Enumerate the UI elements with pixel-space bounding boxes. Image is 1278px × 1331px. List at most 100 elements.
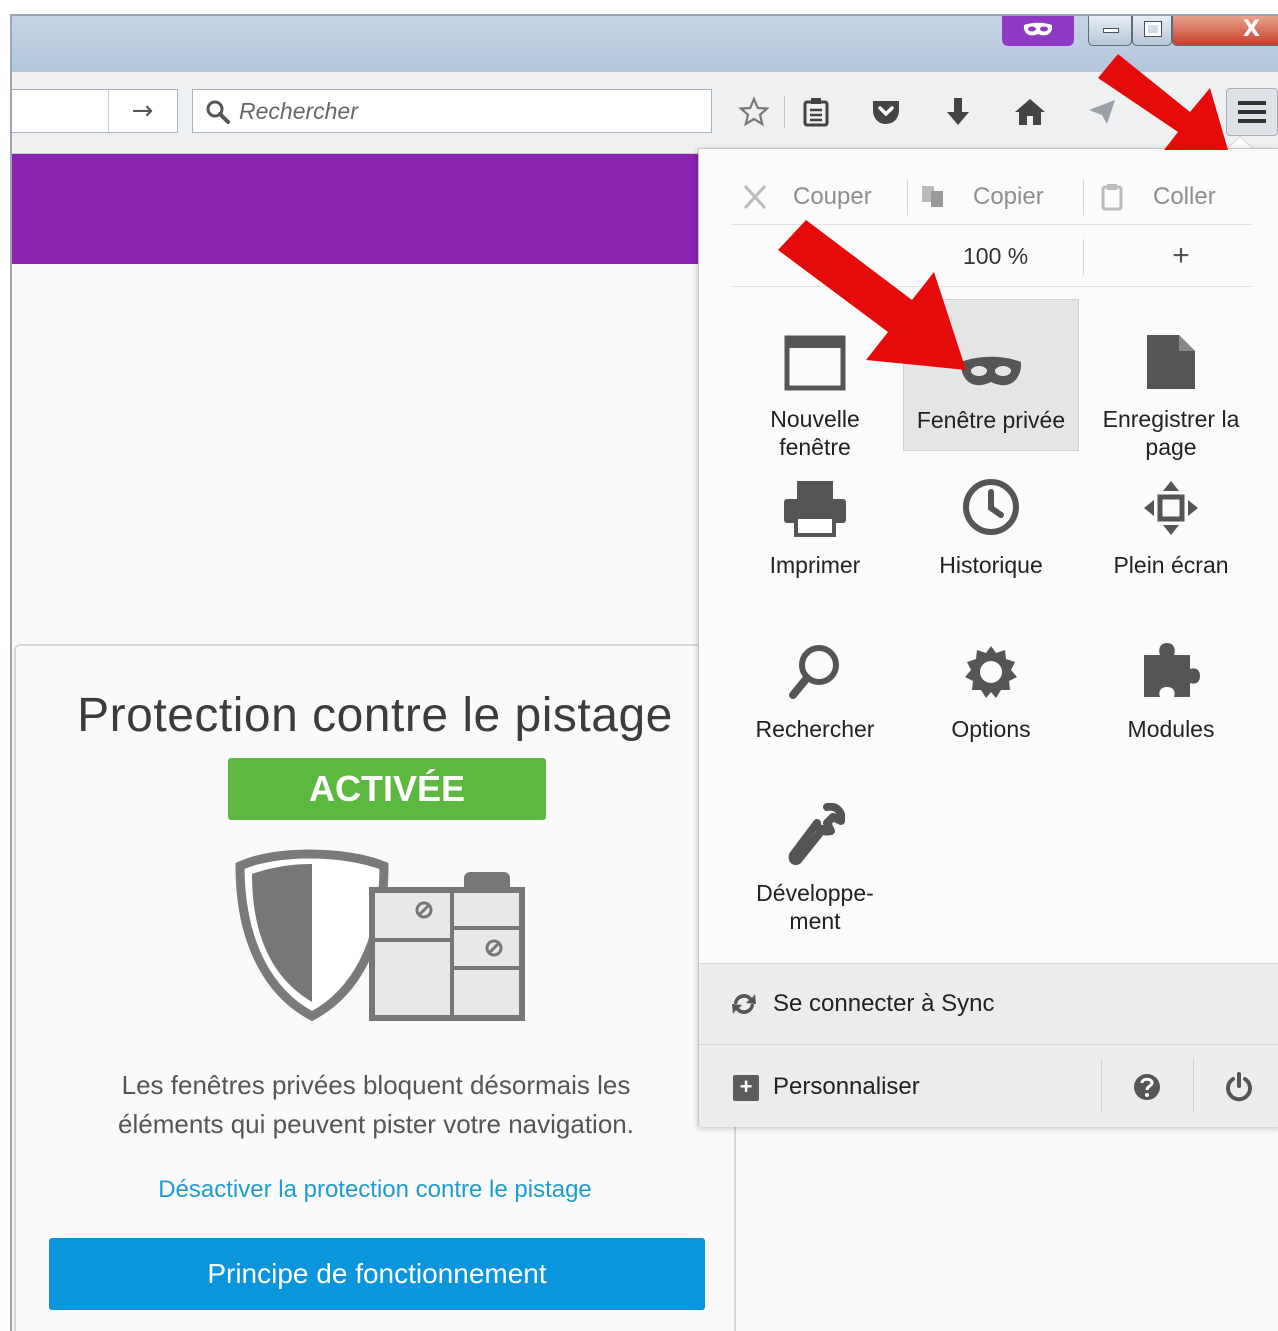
star-icon [738,96,770,127]
tracking-title: Protection contre le pistage [77,689,673,742]
edit-separator [1083,179,1084,215]
private-window-label: Fenêtre privée [916,407,1066,433]
new-window-button[interactable]: Nouvelle fenêtre [727,299,903,460]
bookmark-star-button[interactable] [732,90,776,134]
tracking-status-badge: ACTIVÉE [228,758,546,820]
disable-tracking-link[interactable]: Désactiver la protection contre le pista… [16,1176,734,1204]
wrench-icon [788,803,845,865]
fullscreen-icon [1144,481,1198,535]
help-icon [1134,1074,1160,1100]
footer-separator [1193,1059,1194,1113]
tracking-description-line-2: éléments qui peuvent pister votre naviga… [118,1109,634,1139]
history-label: Historique [939,552,1043,578]
edit-controls: Couper Copier Coller [731,169,1251,225]
pocket-button[interactable] [864,90,908,134]
save-page-icon [1147,335,1195,389]
reading-list-icon [803,98,829,127]
save-page-label-2: page [1145,434,1197,460]
puzzle-icon [1144,643,1200,697]
new-window-label-2: fenêtre [779,434,851,460]
zoom-controls: 100 % + [731,227,1251,287]
tracking-description-line-1: Les fenêtres privées bloquent désormais … [121,1070,631,1100]
url-bar[interactable]: → [12,89,178,133]
search-input[interactable] [239,96,689,126]
scissors-icon [743,184,767,210]
save-page-button[interactable]: Enregistrer la page [1083,299,1259,460]
options-gear-icon [965,646,1017,698]
help-button[interactable] [1127,1067,1167,1107]
sync-icon [732,994,756,1014]
sync-signin-button[interactable]: Se connecter à Sync [699,963,1278,1045]
new-window-label-1: Nouvelle [770,406,860,432]
open-menu-button[interactable] [1226,88,1278,136]
print-button[interactable]: Imprimer [727,463,903,603]
reading-list-button[interactable] [794,90,838,134]
mask-icon [1023,22,1053,36]
print-icon [784,481,846,537]
search-bar[interactable] [192,89,712,133]
download-icon [947,98,969,125]
go-button[interactable]: → [108,90,176,132]
home-icon [1015,99,1045,125]
minimize-icon [1103,28,1119,33]
find-button[interactable]: Rechercher [727,627,903,767]
developer-label-2: ment [789,908,841,934]
title-bar: X [12,16,1278,72]
fullscreen-label: Plein écran [1113,552,1229,578]
shield-illustration [235,849,525,1022]
zoom-separator [1083,239,1084,275]
paste-button[interactable]: Coller [1097,169,1216,225]
app-menu-panel: Couper Copier Coller 100 % + Nouvelle fen… [698,148,1278,1127]
paste-icon [1101,184,1123,211]
maximize-icon [1144,21,1162,37]
new-window-icon [784,335,846,391]
tracking-protection-card: Protection contre le pistage ACTIVÉE Les… [14,644,736,1331]
how-it-works-button[interactable]: Principe de fonctionnement [49,1238,705,1310]
cut-button[interactable]: Couper [741,169,872,225]
addons-button[interactable]: Modules [1083,627,1259,767]
find-label: Rechercher [755,716,875,742]
private-window-button[interactable]: Fenêtre privée [903,299,1079,451]
power-icon [1226,1072,1252,1102]
customize-button[interactable]: + Personnaliser [699,1045,1099,1127]
tracking-description: Les fenêtres privées bloquent désormais … [46,1066,706,1144]
toolbar-separator [784,96,785,128]
private-window-icon [960,356,1022,386]
copy-icon [922,186,943,207]
minimize-button[interactable] [1088,16,1132,46]
close-button[interactable]: X [1172,16,1278,46]
options-button[interactable]: Options [903,627,1079,767]
menu-footer: + Personnaliser [699,1045,1278,1127]
send-icon [1089,100,1115,124]
menu-icon [1238,101,1266,123]
maximize-button[interactable] [1132,16,1172,46]
fullscreen-button[interactable]: Plein écran [1083,463,1259,603]
home-button[interactable] [1008,90,1052,134]
footer-separator [1101,1059,1102,1113]
history-button[interactable]: Historique [903,463,1079,603]
downloads-button[interactable] [936,90,980,134]
developer-label-1: Développe- [756,880,874,906]
sync-label: Se connecter à Sync [773,990,995,1017]
zoom-in-button[interactable]: + [1113,227,1249,287]
search-icon [789,645,839,699]
nav-toolbar: → [12,72,1278,154]
quit-button[interactable] [1219,1067,1259,1107]
save-page-label-1: Enregistrer la [1102,406,1240,432]
customize-label: Personnaliser [773,1073,920,1100]
cut-label: Couper [793,183,872,210]
history-icon [963,479,1019,535]
print-label: Imprimer [769,552,861,578]
developer-button[interactable]: Développe-ment [727,791,903,951]
copy-label: Copier [973,183,1044,210]
copy-button[interactable]: Copier [919,169,1044,225]
options-label: Options [951,716,1031,742]
zoom-reset-button[interactable]: 100 % [963,227,1028,287]
addons-label: Modules [1127,716,1215,742]
customize-plus-icon: + [733,1075,759,1101]
pocket-icon [873,101,899,124]
share-button[interactable] [1080,90,1124,134]
edit-separator [907,179,908,215]
close-label: X [1243,17,1260,42]
paste-label: Coller [1153,183,1216,210]
